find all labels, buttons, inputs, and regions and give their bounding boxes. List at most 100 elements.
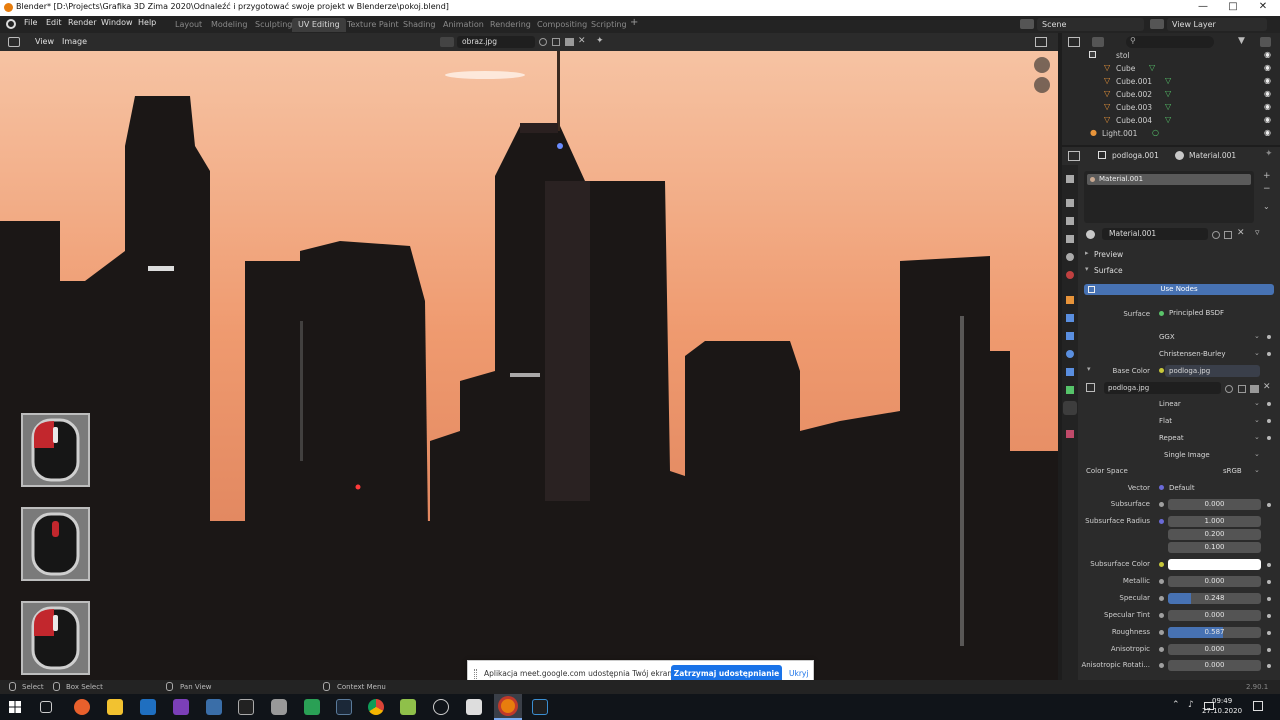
keyframe-dot-icon[interactable] bbox=[1267, 436, 1271, 440]
tab-animation[interactable]: Animation bbox=[437, 18, 490, 32]
material-tab-icon[interactable] bbox=[1063, 401, 1077, 415]
view-layer-field[interactable]: View Layer bbox=[1167, 18, 1267, 31]
file-explorer-icon[interactable] bbox=[107, 699, 123, 715]
blender-taskbar-button[interactable] bbox=[494, 694, 522, 720]
tab-layout[interactable]: Layout bbox=[169, 18, 208, 32]
editor-type-icon[interactable] bbox=[8, 37, 20, 47]
keyframe-dot-icon[interactable] bbox=[1267, 563, 1271, 567]
subsurface-method-dropdown[interactable]: Christensen-Burley bbox=[1155, 348, 1260, 360]
notepad-icon[interactable] bbox=[400, 699, 416, 715]
notifications-icon[interactable] bbox=[1253, 701, 1263, 711]
view-layer-icon[interactable] bbox=[1150, 19, 1164, 29]
keyframe-dot-icon[interactable] bbox=[1267, 614, 1271, 618]
subsurface-field[interactable]: 0.000 bbox=[1168, 499, 1261, 510]
vscode-icon[interactable] bbox=[532, 699, 548, 715]
subsurface-radius-y-field[interactable]: 0.200 bbox=[1168, 529, 1261, 540]
outliner-row-stol[interactable]: stol ◉ bbox=[1062, 49, 1280, 62]
menu-view[interactable]: View bbox=[35, 37, 54, 46]
firefox-icon[interactable] bbox=[74, 699, 90, 715]
data-tab-icon[interactable] bbox=[1066, 386, 1074, 394]
outliner-row-cube-004[interactable]: ▽ Cube.004 ▽ ◉ bbox=[1062, 114, 1280, 127]
filter-icon[interactable]: ▼ bbox=[1238, 36, 1245, 46]
remove-slot-button[interactable]: − bbox=[1263, 184, 1271, 194]
spreadsheet-icon[interactable] bbox=[304, 699, 320, 715]
maximize-button[interactable]: □ bbox=[1220, 1, 1246, 12]
outliner-row-light-001[interactable]: ● Light.001 ○ ◉ bbox=[1062, 127, 1280, 140]
pan-view-icon[interactable] bbox=[1034, 77, 1050, 93]
new-image-icon[interactable] bbox=[552, 38, 560, 46]
tab-compositing[interactable]: Compositing bbox=[531, 18, 593, 32]
image-name-field[interactable]: obraz.jpg bbox=[457, 36, 535, 48]
drag-handle-icon[interactable] bbox=[474, 669, 477, 679]
unlink-image-icon[interactable]: ✕ bbox=[1263, 382, 1271, 392]
material-slot-row[interactable]: Material.001 bbox=[1087, 174, 1251, 185]
output-tab-icon[interactable] bbox=[1066, 217, 1074, 225]
object-tab-icon[interactable] bbox=[1066, 296, 1074, 304]
editor-options-icon[interactable] bbox=[1035, 37, 1047, 47]
subsurface-radius-x-field[interactable]: 1.000 bbox=[1168, 516, 1261, 527]
add-slot-button[interactable]: + bbox=[1263, 171, 1271, 181]
keyframe-dot-icon[interactable] bbox=[1267, 597, 1271, 601]
texture-image-name-field[interactable]: podloga.jpg bbox=[1104, 382, 1221, 394]
clock-date[interactable]: 27.10.2020 bbox=[1200, 707, 1244, 715]
steam-icon[interactable] bbox=[336, 699, 352, 715]
7zip-icon[interactable] bbox=[466, 699, 482, 715]
tab-texture-paint[interactable]: Texture Paint bbox=[341, 18, 405, 32]
physics-tab-icon[interactable] bbox=[1066, 350, 1074, 358]
anisotropic-rotation-field[interactable]: 0.000 bbox=[1168, 660, 1261, 671]
source-dropdown[interactable]: Single Image bbox=[1160, 449, 1260, 461]
tab-rendering[interactable]: Rendering bbox=[484, 18, 537, 32]
surface-panel-header[interactable]: ▾ Surface bbox=[1082, 264, 1280, 277]
visibility-eye-icon[interactable]: ◉ bbox=[1264, 89, 1271, 98]
keyframe-dot-icon[interactable] bbox=[1267, 335, 1271, 339]
projection-dropdown[interactable]: Flat bbox=[1155, 415, 1260, 427]
keyframe-dot-icon[interactable] bbox=[1267, 419, 1271, 423]
subsurface-color-swatch[interactable] bbox=[1168, 559, 1261, 570]
metallic-field[interactable]: 0.000 bbox=[1168, 576, 1261, 587]
tab-uv-editing[interactable]: UV Editing bbox=[292, 18, 346, 32]
keyframe-dot-icon[interactable] bbox=[1267, 402, 1271, 406]
base-color-input[interactable]: podloga.jpg bbox=[1165, 365, 1260, 377]
visibility-eye-icon[interactable]: ◉ bbox=[1264, 102, 1271, 111]
visual-studio-icon[interactable] bbox=[173, 699, 189, 715]
database-icon[interactable] bbox=[271, 699, 287, 715]
material-name-field[interactable]: Material.001 bbox=[1102, 228, 1208, 240]
material-browse-icon[interactable] bbox=[1086, 230, 1095, 239]
keyframe-dot-icon[interactable] bbox=[1267, 664, 1271, 668]
outliner-row-cube-002[interactable]: ▽ Cube.002 ▽ ◉ bbox=[1062, 88, 1280, 101]
keyframe-dot-icon[interactable] bbox=[1267, 648, 1271, 652]
pin-icon[interactable]: ✦ bbox=[596, 36, 604, 46]
close-button[interactable]: ✕ bbox=[1250, 1, 1276, 12]
image-viewport[interactable] bbox=[0, 51, 1058, 680]
scene-icon[interactable] bbox=[1020, 19, 1034, 29]
add-workspace-button[interactable]: + bbox=[630, 17, 638, 28]
outliner-row-cube[interactable]: ▽ Cube ▽ ◉ bbox=[1062, 62, 1280, 75]
world-tab-icon[interactable] bbox=[1066, 271, 1074, 279]
roughness-field[interactable]: 0.587 bbox=[1168, 627, 1261, 638]
pin-icon[interactable]: ✦ bbox=[1265, 149, 1273, 159]
keyframe-dot-icon[interactable] bbox=[1267, 503, 1271, 507]
anisotropic-field[interactable]: 0.000 bbox=[1168, 644, 1261, 655]
chrome-icon[interactable] bbox=[368, 699, 384, 715]
new-image-icon[interactable] bbox=[1238, 385, 1246, 393]
vector-input[interactable]: Default bbox=[1165, 482, 1260, 494]
clock-app-icon[interactable] bbox=[433, 699, 449, 715]
tab-sculpting[interactable]: Sculpting bbox=[249, 18, 298, 32]
interpolation-dropdown[interactable]: Linear bbox=[1155, 398, 1260, 410]
visibility-eye-icon[interactable]: ◉ bbox=[1264, 76, 1271, 85]
hide-button[interactable]: Ukryj bbox=[789, 669, 808, 678]
distribution-dropdown[interactable]: GGX bbox=[1155, 331, 1260, 343]
properties-editor-icon[interactable] bbox=[1068, 151, 1080, 161]
browse-node-icon[interactable]: ▿ bbox=[1255, 228, 1260, 238]
menu-window[interactable]: Window bbox=[101, 18, 133, 27]
slot-specials-icon[interactable]: ⌄ bbox=[1263, 202, 1270, 211]
image-browse-icon[interactable] bbox=[1086, 383, 1095, 392]
visibility-eye-icon[interactable]: ◉ bbox=[1264, 50, 1271, 59]
display-mode-icon[interactable] bbox=[1092, 37, 1104, 47]
menu-render[interactable]: Render bbox=[68, 18, 96, 27]
visibility-eye-icon[interactable]: ◉ bbox=[1264, 63, 1271, 72]
menu-edit[interactable]: Edit bbox=[46, 18, 62, 27]
new-collection-icon[interactable] bbox=[1260, 37, 1271, 47]
keyframe-dot-icon[interactable] bbox=[1267, 352, 1271, 356]
fake-user-icon[interactable] bbox=[1212, 231, 1220, 239]
